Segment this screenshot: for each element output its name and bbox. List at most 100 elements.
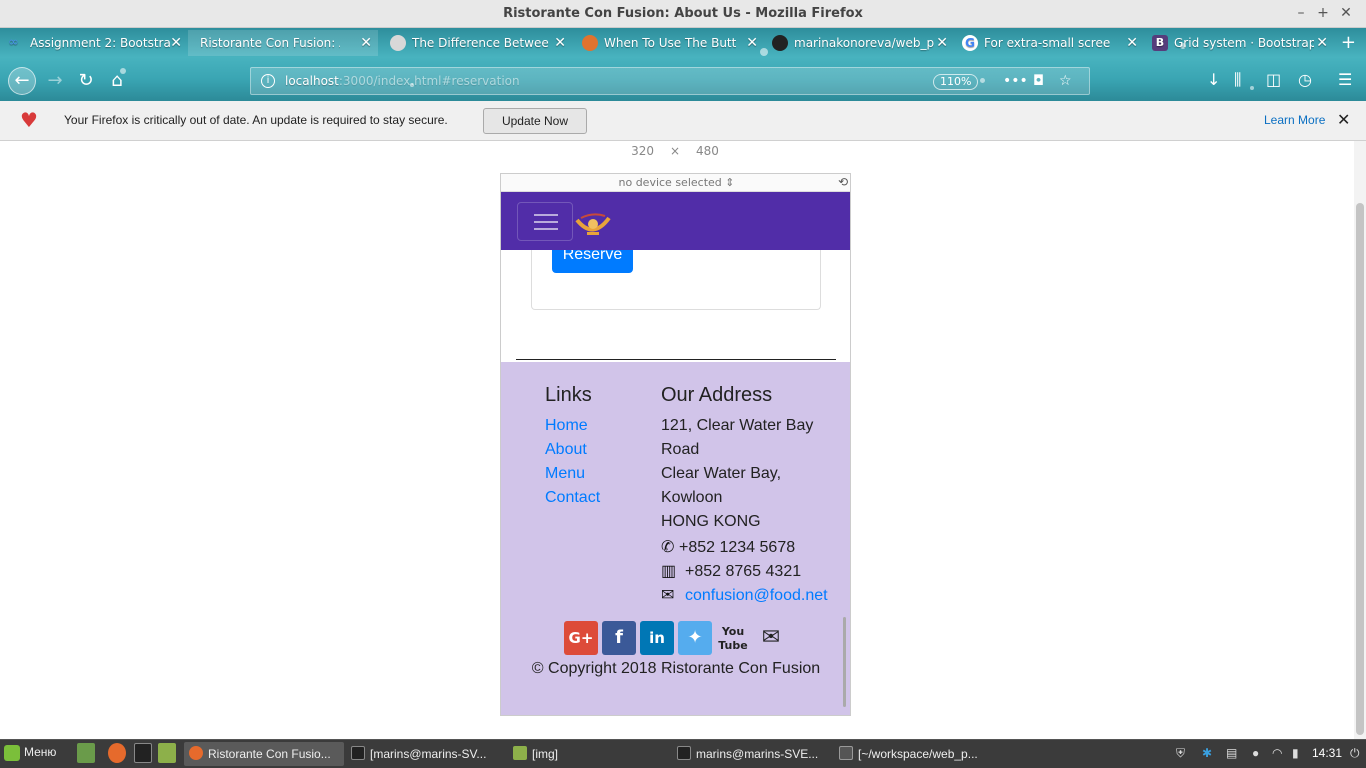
- google-icon: G: [962, 35, 978, 51]
- url-text[interactable]: localhost:3000/index.html#reservation: [285, 74, 520, 88]
- twitter-icon[interactable]: ✦: [678, 621, 712, 655]
- facebook-icon[interactable]: f: [602, 621, 636, 655]
- page-actions-icon[interactable]: •••: [1003, 73, 1028, 89]
- shield-icon[interactable]: ⛨: [1176, 746, 1185, 761]
- start-menu-button[interactable]: Меню: [4, 745, 56, 761]
- links-heading: Links: [545, 384, 592, 406]
- globe-icon: [390, 35, 406, 51]
- phone-icon: ✆: [661, 539, 675, 556]
- address-line: 121, Clear Water Bay: [661, 417, 814, 434]
- scrollbar-thumb[interactable]: [1356, 203, 1364, 735]
- footer-link-contact[interactable]: Contact: [545, 489, 600, 507]
- user-icon[interactable]: ●: [1252, 746, 1259, 760]
- battery-icon[interactable]: ▮: [1292, 746, 1299, 760]
- tab-close-icon[interactable]: ✕: [360, 30, 372, 56]
- sidebar-icon[interactable]: ◫: [1266, 70, 1281, 89]
- footer-link-about[interactable]: About: [545, 441, 587, 459]
- download-icon[interactable]: ↓: [1207, 70, 1220, 89]
- tab-assignment[interactable]: ∞ Assignment 2: Bootstra ✕: [0, 30, 188, 56]
- linkedin-icon[interactable]: in: [640, 621, 674, 655]
- pocket-icon[interactable]: ◘: [1033, 73, 1044, 89]
- address-line: HONG KONG: [661, 513, 761, 530]
- site-footer: Links Home About Menu Contact Our Addres…: [501, 362, 850, 715]
- clock[interactable]: 14:31: [1312, 746, 1342, 760]
- task-sublime[interactable]: [~/workspace/web_p...: [834, 742, 994, 766]
- info-icon[interactable]: i: [261, 74, 275, 88]
- tab-close-icon[interactable]: ✕: [554, 30, 566, 56]
- browser-chrome: ∞ Assignment 2: Bootstra ✕ Ristorante Co…: [0, 28, 1366, 101]
- address-line: Clear Water Bay,: [661, 465, 782, 482]
- bootstrap-icon: B: [1152, 35, 1168, 51]
- task-terminal-1[interactable]: [marins@marins-SV...: [346, 742, 506, 766]
- task-terminal-2[interactable]: marins@marins-SVE...: [672, 742, 832, 766]
- tab-close-icon[interactable]: ✕: [1316, 30, 1328, 56]
- viewport-scrollbar[interactable]: [843, 617, 846, 707]
- task-img-folder[interactable]: [img]: [508, 742, 668, 766]
- tab-close-icon[interactable]: ✕: [746, 30, 758, 56]
- tab-close-icon[interactable]: ✕: [1126, 30, 1138, 56]
- divider: [516, 359, 836, 360]
- tab-github[interactable]: marinakonoreva/web_p ✕: [764, 30, 954, 56]
- firefox-icon: [189, 746, 203, 760]
- phone-line: ✆ +852 1234 5678: [661, 539, 796, 556]
- maximize-icon[interactable]: +: [1314, 4, 1332, 22]
- bookmark-star-icon[interactable]: ☆: [1059, 73, 1072, 89]
- site-navbar: [501, 192, 850, 250]
- home-icon[interactable]: ⌂: [104, 68, 130, 94]
- youtube-icon[interactable]: You Tube: [716, 621, 750, 655]
- tab-when-to-use[interactable]: When To Use The Butt ✕: [574, 30, 764, 56]
- minimize-icon[interactable]: –: [1292, 4, 1310, 22]
- keyboard-layout-icon[interactable]: ▤: [1226, 746, 1237, 760]
- google-plus-icon[interactable]: G+: [564, 621, 598, 655]
- tab-difference[interactable]: The Difference Betwee ✕: [382, 30, 572, 56]
- logo-icon[interactable]: [573, 206, 613, 238]
- device-selector[interactable]: no device selected ⇕: [501, 176, 850, 189]
- url-bar[interactable]: i localhost:3000/index.html#reservation …: [250, 67, 1090, 95]
- rotate-icon[interactable]: ⟲: [838, 175, 848, 189]
- navbar-toggler[interactable]: [517, 202, 573, 241]
- terminal-launcher-icon[interactable]: [134, 743, 152, 763]
- new-tab-icon[interactable]: +: [1341, 32, 1356, 53]
- envelope-icon: ✉: [661, 587, 675, 604]
- files-launcher-icon[interactable]: [158, 743, 176, 763]
- footer-link-menu[interactable]: Menu: [545, 465, 585, 483]
- history-icon[interactable]: ◷: [1298, 70, 1312, 89]
- library-icon[interactable]: ⫼: [1234, 70, 1241, 90]
- heart-icon: ♥: [20, 108, 38, 132]
- task-firefox[interactable]: Ristorante Con Fusio...: [184, 742, 344, 766]
- tab-close-icon[interactable]: ✕: [936, 30, 948, 56]
- tab-close-icon[interactable]: ✕: [170, 30, 182, 56]
- folder-icon: [513, 746, 527, 760]
- forward-icon[interactable]: →: [42, 68, 68, 94]
- power-icon[interactable]: ⏻: [1350, 746, 1360, 761]
- reload-icon[interactable]: ↻: [73, 68, 99, 94]
- email-icon[interactable]: ✉: [754, 621, 788, 655]
- footer-link-home[interactable]: Home: [545, 417, 588, 435]
- update-notification-bar: ♥ Your Firefox is critically out of date…: [0, 101, 1366, 141]
- tab-google[interactable]: G For extra-small scree ✕: [954, 30, 1144, 56]
- link-icon: ∞: [8, 35, 19, 50]
- terminal-icon: [351, 746, 365, 760]
- device-bar: no device selected ⇕ ⟲: [501, 174, 850, 192]
- editor-icon: [839, 746, 853, 760]
- copyright: © Copyright 2018 Ristorante Con Fusion: [531, 660, 821, 677]
- mint-logo-icon: [4, 745, 20, 761]
- menu-icon[interactable]: ☰: [1338, 70, 1352, 89]
- update-now-button[interactable]: Update Now: [483, 108, 587, 134]
- window-title: Ristorante Con Fusion: About Us - Mozill…: [503, 6, 863, 21]
- close-notification-icon[interactable]: ✕: [1337, 110, 1350, 129]
- bluetooth-icon[interactable]: ✱: [1202, 746, 1212, 760]
- zoom-badge[interactable]: 110%: [933, 74, 979, 90]
- wifi-icon[interactable]: ◠: [1272, 746, 1282, 760]
- learn-more-link[interactable]: Learn More: [1264, 113, 1325, 127]
- show-desktop-icon[interactable]: [77, 743, 95, 763]
- tab-ristorante[interactable]: Ristorante Con Fusion: Abo ✕: [188, 30, 378, 56]
- tab-bootstrap[interactable]: B Grid system · Bootstrap ✕: [1144, 30, 1334, 56]
- address-heading: Our Address: [661, 384, 773, 406]
- email-link[interactable]: confusion@food.net: [685, 587, 828, 604]
- close-window-icon[interactable]: ✕: [1337, 4, 1355, 22]
- back-icon[interactable]: ←: [8, 67, 36, 95]
- page-scrollbar[interactable]: [1354, 141, 1366, 739]
- firefox-launcher-icon[interactable]: [108, 743, 126, 763]
- viewport-size[interactable]: 320 × 480: [620, 144, 730, 158]
